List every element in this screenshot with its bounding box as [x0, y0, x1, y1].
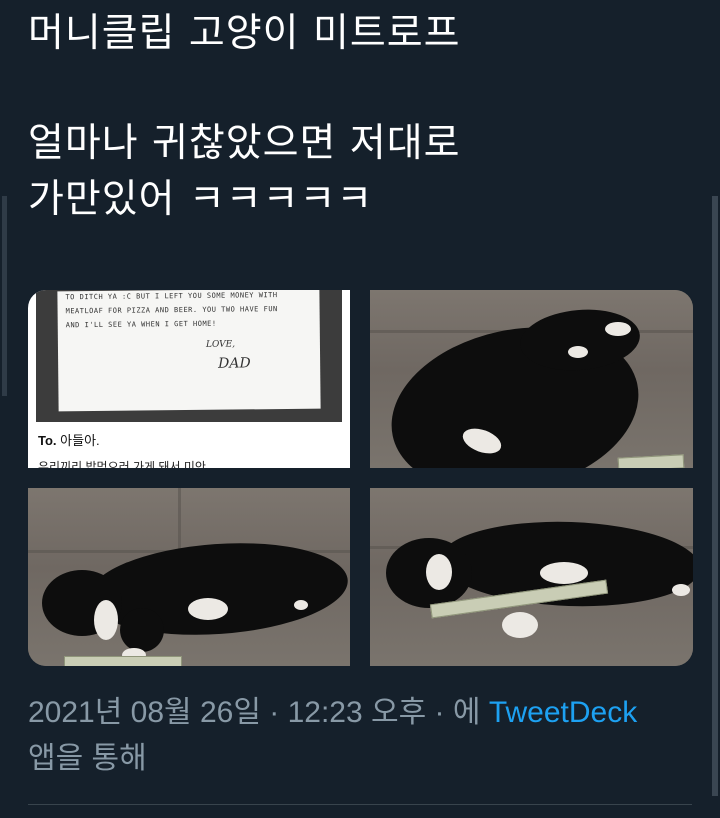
- source-link[interactable]: TweetDeck: [489, 696, 637, 729]
- photo-cat-2[interactable]: [28, 488, 350, 666]
- tweet-text-line: 머니클립 고양이 미트로프: [28, 11, 461, 56]
- photo-note[interactable]: TO DITCH YA :C BUT I LEFT YOU SOME MONEY…: [28, 290, 350, 468]
- scrollbar[interactable]: [712, 196, 718, 796]
- timestamp[interactable]: 2021년 08월 26일 · 12:23 오후 · 에: [28, 696, 480, 729]
- note-closing: LOVE,: [205, 339, 236, 350]
- note-handwriting-line: AND I'LL SEE YA WHEN I GET HOME!: [65, 319, 217, 330]
- tweet-text-line: 가만있어 ㅋㅋㅋㅋㅋ: [28, 177, 374, 222]
- note-signature: DAD: [218, 355, 251, 372]
- media-grid: TO DITCH YA :C BUT I LEFT YOU SOME MONEY…: [28, 290, 693, 666]
- note-caption-rest: 아들아.: [60, 433, 100, 448]
- note-caption: To. 아들아.: [38, 430, 100, 449]
- photo-cat-1[interactable]: [370, 290, 693, 468]
- note-caption-cut: 우리끼리 밥먹으러 가게 돼서 미안: [38, 460, 206, 468]
- source-suffix: 앱을 통해: [28, 742, 147, 775]
- note-paper: TO DITCH YA :C BUT I LEFT YOU SOME MONEY…: [57, 290, 321, 412]
- note-frame: TO DITCH YA :C BUT I LEFT YOU SOME MONEY…: [36, 290, 342, 422]
- note-handwriting-line: TO DITCH YA :C BUT I LEFT YOU SOME MONEY…: [65, 291, 278, 302]
- money: [64, 656, 182, 666]
- photo-cat-3[interactable]: [370, 488, 693, 666]
- divider: [28, 804, 692, 805]
- note-caption-to: To.: [38, 433, 57, 448]
- tweet-meta: 2021년 08월 26일 · 12:23 오후 · 에 TweetDeck 앱…: [28, 690, 698, 782]
- money: [617, 454, 685, 468]
- tweet-text: 머니클립 고양이 미트로프 얼마나 귀찮았으면 저대로 가만있어 ㅋㅋㅋㅋㅋ: [28, 6, 708, 228]
- scroll-indicator-left: [2, 196, 7, 396]
- tweet-text-line: 얼마나 귀찮았으면 저대로: [28, 121, 461, 166]
- note-handwriting-line: MEATLOAF FOR PIZZA AND BEER. YOU TWO HAV…: [65, 305, 278, 316]
